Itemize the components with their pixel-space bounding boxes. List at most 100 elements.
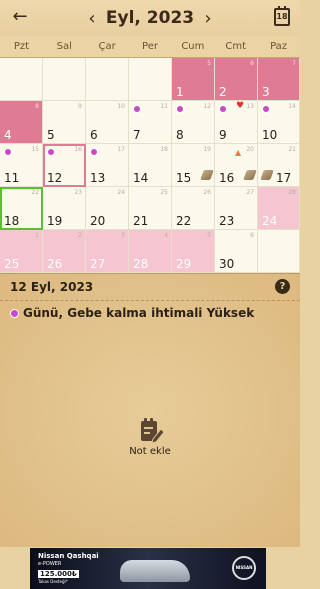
day-number: 13 xyxy=(90,171,106,185)
day-cell-today[interactable]: 22 18 xyxy=(0,187,43,230)
day-cell[interactable]: 24 20 xyxy=(86,187,129,230)
day-cell-empty xyxy=(43,58,86,101)
weekday-label: Cmt xyxy=(225,41,247,52)
day-cell[interactable]: 9 5 xyxy=(43,101,86,144)
day-number: 3 xyxy=(262,85,270,99)
day-cell-predicted[interactable]: 28 24 xyxy=(258,187,300,230)
cycle-day: 15 xyxy=(31,146,39,153)
prev-month-chevron-icon[interactable]: ‹ xyxy=(85,8,99,29)
divider xyxy=(0,300,300,301)
day-cell[interactable]: 26 22 xyxy=(172,187,215,230)
day-number: 7 xyxy=(133,128,141,142)
cycle-day: 3 xyxy=(121,232,125,239)
cycle-day: 8 xyxy=(35,103,39,110)
day-cell[interactable]: 19 15 xyxy=(172,144,215,187)
pill-icon xyxy=(260,170,274,180)
day-cell-predicted[interactable]: 1 25 xyxy=(0,230,43,273)
day-cell[interactable]: 10 6 xyxy=(86,101,129,144)
day-cell[interactable]: 25 21 xyxy=(129,187,172,230)
day-cell[interactable]: 8 4 xyxy=(0,101,43,144)
fertility-dot-icon xyxy=(47,148,55,156)
day-number: 1 xyxy=(176,85,184,99)
day-cell[interactable]: 21 17 xyxy=(258,144,300,187)
day-cell-selected[interactable]: 16 12 xyxy=(43,144,86,187)
day-cell-predicted[interactable]: 5 29 xyxy=(172,230,215,273)
cycle-day: 1 xyxy=(35,232,39,239)
cycle-day: 18 xyxy=(160,146,168,153)
cycle-day: 5 xyxy=(207,60,211,67)
cycle-day: 23 xyxy=(74,189,82,196)
day-cell[interactable]: ♥ 13 9 xyxy=(215,101,258,144)
weekday-header: Pzt Sal Çar Per Cum Cmt Paz xyxy=(0,36,300,58)
fertility-dot-icon xyxy=(219,105,227,113)
day-number: 9 xyxy=(219,128,227,142)
help-icon[interactable]: ? xyxy=(275,279,290,294)
note-edit-icon xyxy=(139,417,165,444)
day-cell[interactable]: 11 7 xyxy=(129,101,172,144)
day-number: 22 xyxy=(176,214,192,228)
pill-icon xyxy=(243,170,257,180)
cycle-day: 19 xyxy=(203,146,211,153)
day-cell[interactable]: 23 19 xyxy=(43,187,86,230)
car-image xyxy=(120,560,190,582)
cycle-day: 27 xyxy=(246,189,254,196)
fertility-dot-icon xyxy=(90,148,98,156)
top-bar: ← ‹ Eyl, 2023 › 18 xyxy=(0,0,300,36)
ad-note: Takas Desteği* xyxy=(38,579,68,584)
day-number: 23 xyxy=(219,214,235,228)
cycle-day: 12 xyxy=(203,103,211,110)
day-cell[interactable]: 14 10 xyxy=(258,101,300,144)
cycle-day: 6 xyxy=(250,60,254,67)
day-number: 6 xyxy=(90,128,98,142)
weekday-label: Çar xyxy=(98,41,116,52)
day-cell[interactable]: 5 1 xyxy=(172,58,215,101)
cycle-day: 10 xyxy=(117,103,125,110)
fertility-text: Günü, Gebe kalma ihtimali Yüksek xyxy=(23,306,255,320)
day-number: 18 xyxy=(4,214,20,228)
day-number: 12 xyxy=(47,171,63,185)
cycle-day: 25 xyxy=(160,189,168,196)
cycle-day: 16 xyxy=(74,146,82,153)
day-cell[interactable]: 6 30 xyxy=(215,230,258,273)
day-number: 20 xyxy=(90,214,106,228)
day-cell-predicted[interactable]: 4 28 xyxy=(129,230,172,273)
back-arrow-icon[interactable]: ← xyxy=(10,7,30,27)
day-number: 5 xyxy=(47,128,55,142)
add-note-button[interactable]: Not ekle xyxy=(120,417,180,457)
day-cell-predicted[interactable]: 2 26 xyxy=(43,230,86,273)
calendar-grid: 5 1 6 2 7 3 8 4 9 5 10 6 11 7 12 8 ♥ 13 … xyxy=(0,58,300,273)
calendar-today-icon[interactable]: 18 xyxy=(274,6,290,26)
day-cell-predicted[interactable]: 3 27 xyxy=(86,230,129,273)
day-cell[interactable]: 15 11 xyxy=(0,144,43,187)
fertility-dot-icon xyxy=(4,148,12,156)
ad-banner[interactable]: Nissan Qashqai e-POWER 125.000₺ Takas De… xyxy=(30,548,266,589)
day-cell[interactable]: 27 23 xyxy=(215,187,258,230)
cycle-day: 26 xyxy=(203,189,211,196)
day-number: 16 xyxy=(219,171,235,185)
day-cell[interactable]: 17 13 xyxy=(86,144,129,187)
day-cell-empty xyxy=(86,58,129,101)
day-number: 29 xyxy=(176,257,192,271)
cycle-day: 24 xyxy=(117,189,125,196)
day-number: 19 xyxy=(47,214,63,228)
day-cell[interactable]: 18 14 xyxy=(129,144,172,187)
brand-logo: NISSAN xyxy=(232,556,256,580)
day-number: 2 xyxy=(219,85,227,99)
heart-icon: ♥ xyxy=(236,101,245,111)
day-number: 10 xyxy=(262,128,278,142)
day-number: 30 xyxy=(219,257,235,271)
day-cell[interactable]: 6 2 xyxy=(215,58,258,101)
cycle-day: 20 xyxy=(246,146,254,153)
day-cell[interactable]: ▲ 20 16 xyxy=(215,144,258,187)
day-number: 27 xyxy=(90,257,106,271)
day-number: 15 xyxy=(176,171,192,185)
next-month-chevron-icon[interactable]: › xyxy=(201,8,215,29)
day-cell[interactable]: 7 3 xyxy=(258,58,300,101)
cycle-day: 22 xyxy=(31,189,39,196)
cycle-day: 9 xyxy=(78,103,82,110)
weekday-label: Per xyxy=(142,41,158,52)
day-cell[interactable]: 12 8 xyxy=(172,101,215,144)
day-number: 14 xyxy=(133,171,149,185)
cycle-day: 5 xyxy=(207,232,211,239)
flame-icon: ▲ xyxy=(235,148,242,157)
